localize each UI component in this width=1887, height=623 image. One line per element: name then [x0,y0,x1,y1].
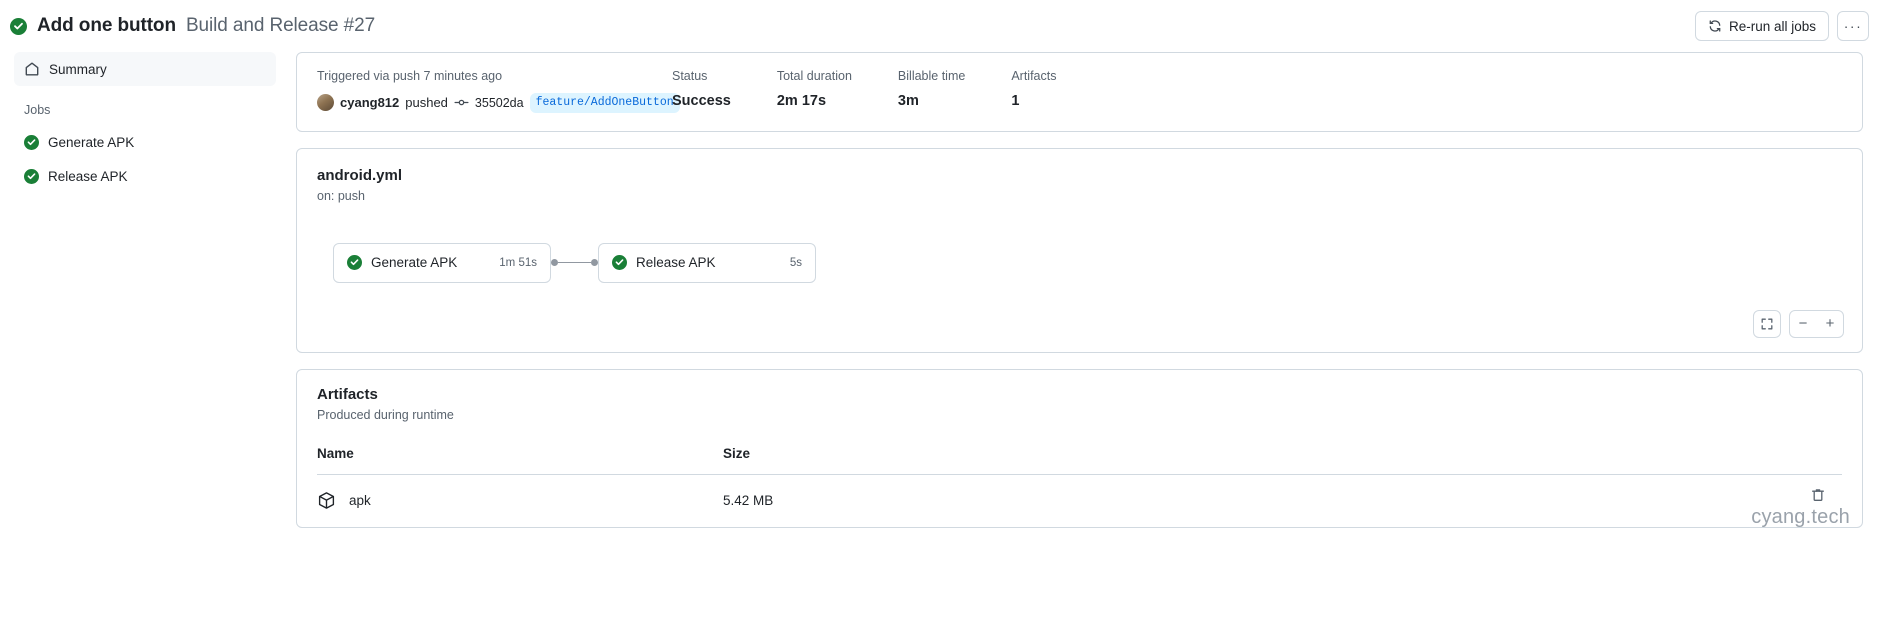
stat-total-duration-value: 2m 17s [776,93,827,109]
sidebar-item-summary[interactable]: Summary [14,52,276,86]
stat-artifacts-value: 1 [1011,93,1020,109]
check-circle-icon [24,134,39,150]
connector-dot-start [551,259,558,267]
more-options-button[interactable]: ··· [1837,11,1869,41]
branch-badge[interactable]: feature/AddOneButton [529,93,680,113]
artifacts-title: Artifacts [317,385,378,403]
rerun-all-jobs-button[interactable]: Re-run all jobs [1694,11,1829,41]
stat-artifacts: Artifacts 1 [1011,69,1056,109]
stat-billable-time: Billable time 3m [898,69,965,109]
artifacts-subtitle: Produced during runtime [317,407,454,422]
stat-billable-time-value: 3m [897,93,919,109]
commit-sha[interactable]: 35502da [475,96,524,110]
graph-node-generate-apk-label: Generate APK [371,255,458,271]
sidebar-item-generate-apk-label: Generate APK [48,134,135,150]
column-header-size: Size [723,445,751,461]
stat-total-duration-label: Total duration [776,69,852,83]
sidebar-item-summary-label: Summary [49,61,107,77]
commit-info: cyang812 pushed 35502da feature/AddOneBu… [317,93,680,113]
page-title: Add one button [37,15,176,36]
workflow-file-name: android.yml [317,166,403,184]
zoom-controls: − + [1789,309,1844,338]
column-header-name: Name [317,445,354,461]
commit-action: pushed [405,95,448,111]
sidebar: Summary Jobs Generate APK Release APK [0,52,290,623]
sidebar-item-generate-apk[interactable]: Generate APK [14,125,276,159]
sync-icon [1708,19,1722,33]
page-header: Add one button Build and Release #27 Re-… [0,0,1887,52]
git-commit-icon [454,95,469,110]
package-icon [317,491,336,510]
fullscreen-icon [1760,317,1774,331]
zoom-in-button[interactable]: + [1817,311,1843,337]
commit-author[interactable]: cyang812 [340,95,399,110]
header-actions: Re-run all jobs ··· [1694,11,1869,41]
stat-total-duration: Total duration 2m 17s [777,69,852,109]
stat-status-label: Status [672,69,708,83]
workflow-trigger: on: push [317,188,365,203]
artifacts-card: Artifacts Produced during runtime Name S… [296,368,1863,528]
artifacts-table-header: Name Size [317,446,1842,475]
graph-node-generate-apk[interactable]: Generate APK 1m 51s [333,242,551,283]
main-content: Triggered via push 7 minutes ago cyang81… [290,52,1887,623]
workflow-graph: Generate APK 1m 51s Release APK 5s [317,242,1842,283]
sidebar-jobs-heading: Jobs [24,103,51,117]
connector-line [558,261,591,264]
check-circle-icon [24,168,39,184]
table-row: apk 5.42 MB [317,475,1842,527]
sidebar-item-release-apk-label: Release APK [48,168,128,184]
graph-node-release-apk-duration: 5s [789,256,802,269]
stat-billable-time-label: Billable time [897,69,966,83]
stat-artifacts-label: Artifacts [1011,69,1057,83]
graph-node-release-apk-label: Release APK [636,255,716,271]
check-circle-icon [612,255,627,271]
run-subtitle: Build and Release #27 [185,15,376,36]
home-icon [24,61,40,77]
trash-icon [1810,487,1826,503]
graph-node-generate-apk-duration: 1m 51s [499,256,537,269]
stat-status-value: Success [672,93,731,109]
check-circle-icon [10,17,27,35]
artifact-name-cell: apk [317,491,723,510]
workflow-graph-card: android.yml on: push Generate APK 1m 51s [296,147,1863,353]
check-circle-icon [347,255,362,271]
sidebar-item-release-apk[interactable]: Release APK [14,159,276,193]
connector-dot-end [591,259,598,267]
delete-artifact-button[interactable] [1810,487,1826,508]
trigger-text: Triggered via push 7 minutes ago [317,69,503,83]
graph-connector [551,259,598,267]
artifact-name[interactable]: apk [349,493,371,508]
graph-controls: − + [1753,309,1844,338]
header-title-group: Add one button Build and Release #27 [10,15,375,37]
site-watermark: cyang.tech [1751,505,1850,528]
artifact-size: 5.42 MB [723,493,774,509]
stat-status: Status Success [672,69,731,109]
avatar[interactable] [317,94,334,112]
zoom-out-button[interactable]: − [1790,311,1816,337]
run-summary-card: Triggered via push 7 minutes ago cyang81… [296,52,1863,132]
graph-node-release-apk[interactable]: Release APK 5s [598,242,816,283]
rerun-all-jobs-label: Re-run all jobs [1728,18,1816,34]
page-body: Summary Jobs Generate APK Release APK Tr… [0,52,1887,623]
run-trigger-block: Triggered via push 7 minutes ago cyang81… [317,69,680,113]
fullscreen-button[interactable] [1753,309,1781,338]
